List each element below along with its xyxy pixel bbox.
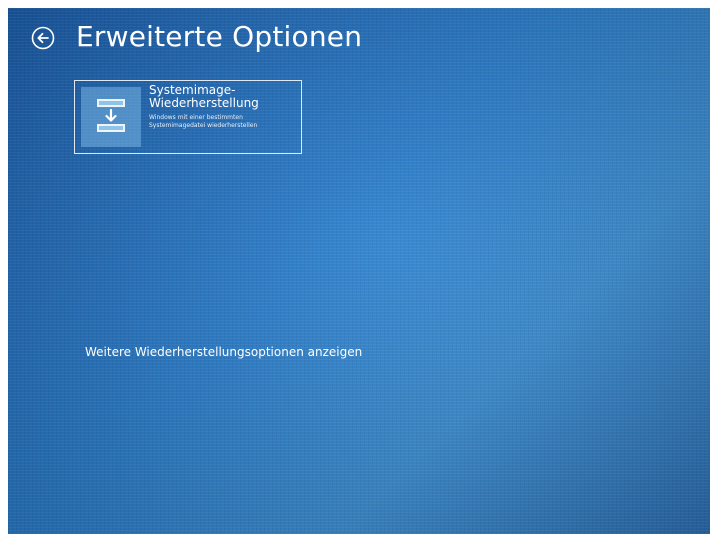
tile-description: Windows mit einer bestimmten Systemimage… — [149, 114, 301, 130]
system-image-restore-tile[interactable]: Systemimage- Wiederherstellung Windows m… — [74, 80, 302, 154]
recovery-screen: Erweiterte Optionen Systemimage- Wiederh… — [8, 8, 710, 534]
tile-description-line2: Systemimagedatei wiederherstellen — [149, 122, 258, 129]
page-title: Erweiterte Optionen — [76, 20, 363, 53]
more-recovery-options-link[interactable]: Weitere Wiederherstellungsoptionen anzei… — [85, 345, 362, 359]
tile-description-line1: Windows mit einer bestimmten — [149, 114, 243, 121]
back-arrow-circle-icon — [31, 26, 55, 50]
system-image-restore-icon — [81, 87, 141, 147]
tile-title-line2: Wiederherstellung — [149, 96, 259, 110]
back-button[interactable] — [31, 26, 55, 50]
tile-title: Systemimage- Wiederherstellung — [149, 84, 299, 110]
